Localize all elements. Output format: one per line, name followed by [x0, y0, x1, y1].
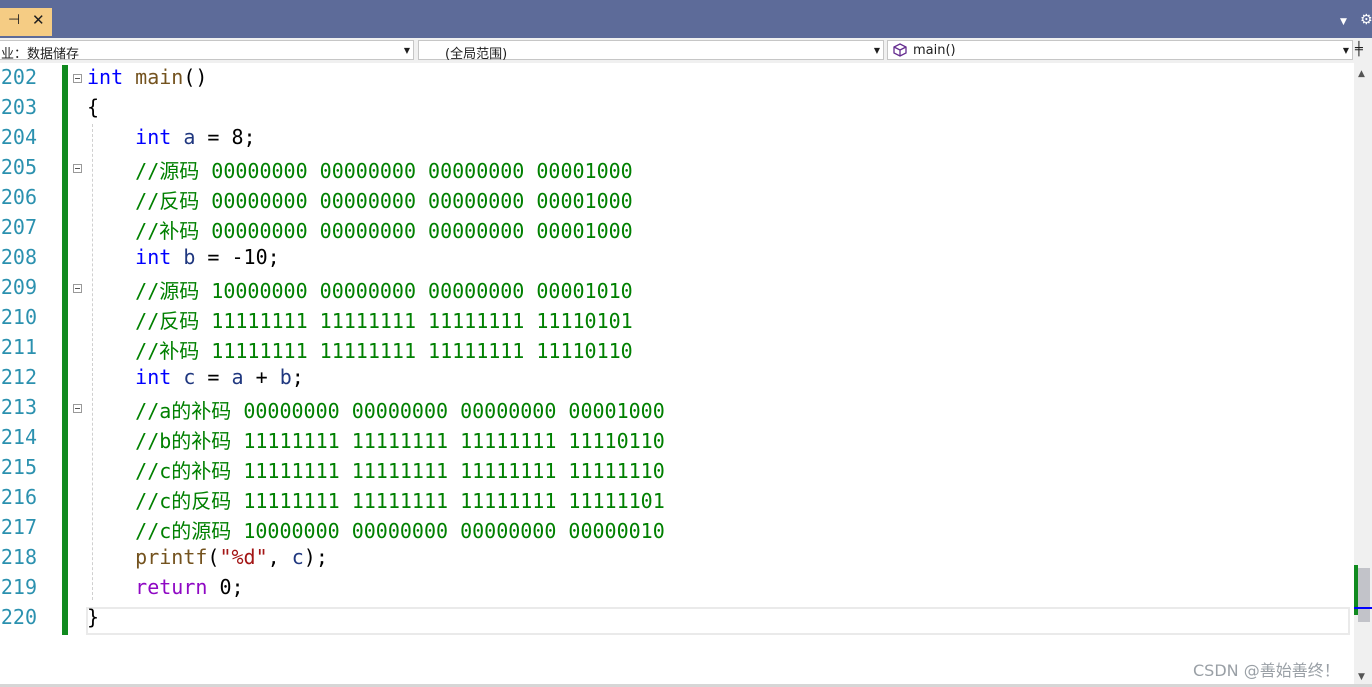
line-number: 204: [0, 125, 37, 149]
code-line: 204 int a = 8;: [0, 123, 1354, 153]
navigation-bar: 业：数据储存 ▼ (全局范围) ▼ main() ▼ ╪: [0, 38, 1372, 63]
line-number: 214: [0, 425, 37, 449]
tab-list-dropdown-icon[interactable]: ▼: [1340, 17, 1347, 27]
code-text: }: [87, 605, 100, 629]
member-dropdown-label: main(): [913, 43, 956, 58]
code-text: return 0;: [135, 575, 244, 599]
change-tracking-bar: [62, 65, 68, 635]
cube-icon: [893, 43, 907, 57]
comment-text: //c的反码 11111111 11111111 11111111 111111…: [87, 489, 665, 513]
line-number: 208: [0, 245, 37, 269]
code-line: 209 //源码 10000000 00000000 00000000 0000…: [0, 273, 1354, 303]
code-line: 215 //c的补码 11111111 11111111 11111111 11…: [0, 453, 1354, 483]
code-line: 213 //a的补码 00000000 00000000 00000000 00…: [0, 393, 1354, 423]
comment-text: //反码 00000000 00000000 00000000 00001000: [87, 189, 633, 213]
code-line: 219 return 0;: [0, 573, 1354, 603]
caret-position-marker: [1354, 607, 1372, 609]
close-icon[interactable]: ✕: [32, 11, 45, 29]
indent-guide: [92, 124, 93, 600]
pin-icon[interactable]: ⊣: [8, 12, 20, 28]
code-line: 218 printf("%d", c);: [0, 543, 1354, 573]
code-text: int main(): [87, 65, 208, 89]
comment-text: //源码 10000000 00000000 00000000 00001010: [87, 279, 633, 303]
code-line: 214 //b的补码 11111111 11111111 11111111 11…: [0, 423, 1354, 453]
chevron-down-icon: ▼: [873, 46, 880, 55]
watermark: CSDN @善始善终！: [1193, 661, 1340, 680]
code-text: int b = -10;: [135, 245, 280, 269]
code-line: 216 //c的反码 11111111 11111111 11111111 11…: [0, 483, 1354, 513]
code-line: 217 //c的源码 10000000 00000000 00000000 00…: [0, 513, 1354, 543]
line-number: 207: [0, 215, 37, 239]
line-number: 211: [0, 335, 37, 359]
project-dropdown[interactable]: 业：数据储存 ▼: [0, 40, 414, 62]
code-text: int c = a + b;: [135, 365, 304, 389]
scroll-up-icon[interactable]: ▲: [1358, 69, 1365, 79]
scroll-down-icon[interactable]: ▼: [1358, 672, 1365, 682]
code-line: 206 //反码 00000000 00000000 00000000 0000…: [0, 183, 1354, 213]
code-text: printf("%d", c);: [135, 545, 328, 569]
code-line: 220 }: [0, 603, 1354, 633]
comment-text: //补码 11111111 11111111 11111111 11110110: [87, 339, 633, 363]
code-line: 210 //反码 11111111 11111111 11111111 1111…: [0, 303, 1354, 333]
line-number: 203: [0, 95, 37, 119]
line-number: 219: [0, 575, 37, 599]
comment-text: //源码 00000000 00000000 00000000 00001000: [87, 159, 633, 183]
code-line: 205 //源码 00000000 00000000 00000000 0000…: [0, 153, 1354, 183]
line-number: 218: [0, 545, 37, 569]
line-number: 206: [0, 185, 37, 209]
line-number: 217: [0, 515, 37, 539]
line-number: 220: [0, 605, 37, 629]
scope-dropdown-label: (全局范围): [445, 47, 508, 62]
code-line: 202 int main(): [0, 63, 1354, 93]
split-window-icon[interactable]: ╪: [1355, 42, 1363, 57]
comment-text: //c的补码 11111111 11111111 11111111 111111…: [87, 459, 665, 483]
comment-text: //反码 11111111 11111111 11111111 11110101: [87, 309, 633, 333]
comment-text: //a的补码 00000000 00000000 00000000 000010…: [87, 399, 665, 423]
line-number: 216: [0, 485, 37, 509]
scope-dropdown[interactable]: (全局范围) ▼: [418, 40, 884, 62]
vertical-scrollbar[interactable]: ▲ ▼: [1354, 63, 1372, 684]
code-text: {: [87, 95, 100, 119]
line-number: 210: [0, 305, 37, 329]
document-tab-strip: ⊣ ✕ ▼ ⚙: [0, 0, 1372, 38]
chevron-down-icon: ▼: [403, 46, 410, 55]
code-text: int a = 8;: [135, 125, 256, 149]
project-dropdown-label: 业：数据储存: [1, 47, 80, 62]
code-line: 211 //补码 11111111 11111111 11111111 1111…: [0, 333, 1354, 363]
comment-text: //补码 00000000 00000000 00000000 00001000: [87, 219, 633, 243]
line-number: 213: [0, 395, 37, 419]
code-line: 212 int c = a + b;: [0, 363, 1354, 393]
line-number: 212: [0, 365, 37, 389]
chevron-down-icon: ▼: [1342, 46, 1349, 55]
scrollbar-thumb[interactable]: [1358, 568, 1370, 622]
line-number: 215: [0, 455, 37, 479]
comment-text: //b的补码 11111111 11111111 11111111 111101…: [87, 429, 665, 453]
code-line: 203 {: [0, 93, 1354, 123]
collapse-toggle-icon[interactable]: [73, 284, 82, 293]
comment-text: //c的源码 10000000 00000000 00000000 000000…: [87, 519, 665, 543]
gear-icon[interactable]: ⚙: [1360, 12, 1372, 28]
line-number: 202: [0, 65, 37, 89]
line-number: 209: [0, 275, 37, 299]
collapse-toggle-icon[interactable]: [73, 164, 82, 173]
line-number: 205: [0, 155, 37, 179]
member-dropdown[interactable]: main() ▼: [887, 40, 1353, 60]
code-line: 207 //补码 00000000 00000000 00000000 0000…: [0, 213, 1354, 243]
code-line: 208 int b = -10;: [0, 243, 1354, 273]
collapse-toggle-icon[interactable]: [73, 404, 82, 413]
active-document-tab[interactable]: ⊣ ✕: [0, 8, 52, 36]
collapse-toggle-icon[interactable]: [73, 74, 82, 83]
code-editor[interactable]: 202 int main() 203 { 204 int a = 8; 205 …: [0, 63, 1354, 684]
